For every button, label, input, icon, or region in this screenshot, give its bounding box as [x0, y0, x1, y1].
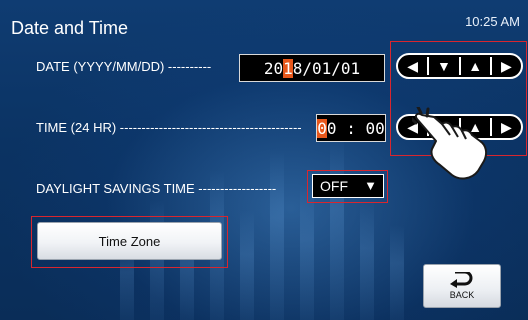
- back-button[interactable]: BACK: [423, 264, 501, 308]
- right-arrow-icon: ▶: [500, 119, 512, 135]
- date-arrow-buttons: ◀ ▼ ▲ ▶: [396, 53, 523, 79]
- right-arrow-icon: ▶: [500, 58, 512, 74]
- dst-value: OFF: [320, 178, 348, 194]
- time-cursor: 0: [317, 118, 327, 138]
- time-label: TIME (24 HR) ---------------------------…: [36, 120, 302, 135]
- dst-select[interactable]: OFF ▼: [312, 174, 384, 198]
- time-value-suffix: 0 : 00: [326, 118, 385, 138]
- date-time-screen: Date and Time 10:25 AM DATE (YYYY/MM/DD)…: [0, 0, 528, 320]
- time-field[interactable]: 00 : 00: [316, 114, 386, 142]
- down-arrow-icon: ▼: [436, 58, 451, 74]
- dst-label: DAYLIGHT SAVINGS TIME ------------------: [36, 181, 277, 196]
- date-value-prefix: 20: [263, 58, 284, 78]
- back-arrow-icon: [450, 272, 473, 288]
- date-right-button[interactable]: ▶: [492, 55, 521, 77]
- left-arrow-icon: ◀: [407, 58, 419, 74]
- date-field[interactable]: 20 1 8/01/01: [239, 54, 385, 82]
- pointing-hand-icon: [412, 107, 488, 180]
- chevron-down-icon: ▼: [364, 178, 377, 193]
- date-down-button[interactable]: ▼: [429, 55, 458, 77]
- date-cursor: 1: [283, 58, 293, 78]
- date-value-suffix: 8/01/01: [292, 58, 361, 78]
- date-up-button[interactable]: ▲: [461, 55, 490, 77]
- time-right-button[interactable]: ▶: [492, 116, 521, 138]
- date-left-button[interactable]: ◀: [398, 55, 427, 77]
- up-arrow-icon: ▲: [468, 58, 483, 74]
- time-zone-button[interactable]: Time Zone: [37, 222, 222, 260]
- date-label: DATE (YYYY/MM/DD) ----------: [36, 59, 212, 74]
- clock: 10:25 AM: [465, 14, 520, 29]
- page-title: Date and Time: [11, 18, 129, 38]
- back-label: BACK: [449, 290, 475, 300]
